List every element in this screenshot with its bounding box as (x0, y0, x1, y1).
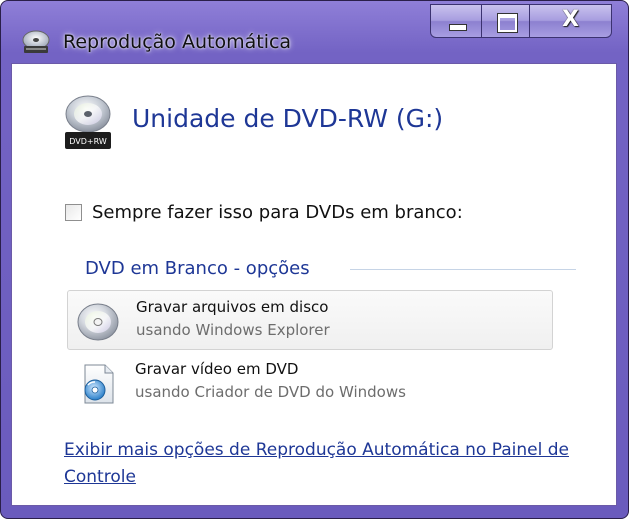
window-title: Reprodução Automática (63, 31, 292, 53)
maximize-icon (497, 13, 518, 33)
maximize-button[interactable] (482, 4, 530, 38)
option-title: Gravar arquivos em disco (136, 298, 329, 316)
cd-disc-icon (77, 303, 119, 341)
minimize-button[interactable] (430, 4, 482, 38)
always-do-this-checkbox[interactable] (65, 204, 82, 221)
autoplay-window: Reprodução Automática X DVD+RW Unidade d… (0, 0, 629, 519)
dvd-drive-icon: DVD+RW (65, 95, 111, 149)
title-bar[interactable]: Reprodução Automática X (1, 1, 628, 61)
option-burn-video[interactable]: Gravar vídeo em DVD usando Criador de DV… (67, 353, 553, 413)
option-subtitle: usando Windows Explorer (136, 321, 330, 339)
autoplay-app-icon (22, 30, 50, 53)
option-subtitle: usando Criador de DVD do Windows (135, 383, 406, 401)
dvd-rw-badge-label: DVD+RW (69, 137, 107, 146)
option-burn-files[interactable]: Gravar arquivos em disco usando Windows … (67, 290, 553, 350)
dvd-maker-icon (84, 364, 114, 404)
close-button[interactable]: X (530, 4, 612, 38)
group-divider (350, 269, 576, 270)
drive-title: Unidade de DVD-RW (G:) (132, 104, 444, 133)
control-panel-link[interactable]: Exibir mais opções de Reprodução Automát… (64, 437, 584, 491)
option-title: Gravar vídeo em DVD (135, 360, 299, 378)
close-icon: X (562, 7, 579, 32)
minimize-icon (449, 24, 467, 31)
always-do-this-label[interactable]: Sempre fazer isso para DVDs em branco: (92, 202, 463, 223)
dialog-content: DVD+RW Unidade de DVD-RW (G:) Sempre faz… (11, 63, 617, 506)
options-group-legend: DVD em Branco - opções (85, 258, 310, 279)
